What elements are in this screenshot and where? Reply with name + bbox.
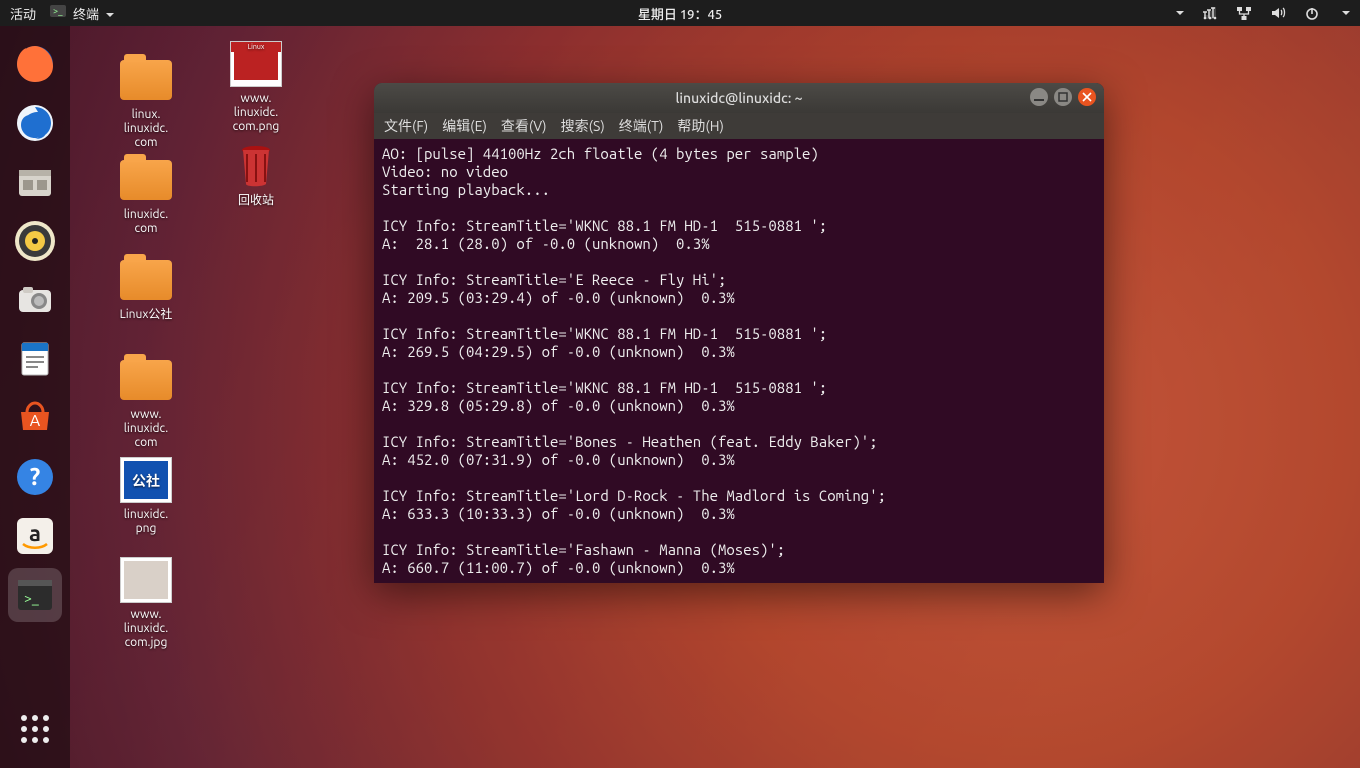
desktop-icon[interactable]: www.linuxidc.com.jpg (100, 556, 192, 650)
desktop-icon-label: www.linuxidc.com.png (210, 92, 302, 134)
desktop-icon-label: linuxidc.com (100, 208, 192, 236)
trash-icon (228, 142, 284, 190)
dock-ubuntu-software[interactable]: A (8, 391, 62, 445)
dock-thunderbird[interactable] (8, 96, 62, 150)
dock-libreoffice-writer[interactable] (8, 332, 62, 386)
chevron-down-icon (106, 13, 114, 21)
desktop-icon[interactable]: www.linuxidc.com (100, 356, 192, 450)
window-titlebar[interactable]: linuxidc@linuxidc: ~ (374, 83, 1104, 113)
terminal-menu-item[interactable]: 终端(T) (619, 116, 664, 136)
terminal-icon: >_ (11, 571, 59, 619)
activities-button[interactable]: 活动 (10, 4, 36, 23)
ubuntu-software-icon: A (11, 394, 59, 442)
desktop-icon-label: www.linuxidc.com.jpg (100, 608, 192, 650)
maximize-button[interactable] (1054, 88, 1072, 106)
dock-help[interactable]: ? (8, 450, 62, 504)
dock-files[interactable] (8, 155, 62, 209)
top-panel: 活动 >_ 终端 星期日 19：45 (0, 0, 1360, 26)
folder-icon (118, 256, 174, 304)
dock-terminal[interactable]: >_ (8, 568, 62, 622)
terminal-menu-item[interactable]: 帮助(H) (677, 116, 724, 136)
svg-text:A: A (30, 412, 41, 430)
desktop-icon-label: 回收站 (210, 194, 302, 208)
desktop-icon-label: linux.linuxidc.com (100, 108, 192, 150)
desktop-icon[interactable]: 回收站 (210, 142, 302, 208)
firefox-icon (11, 40, 59, 88)
clock[interactable]: 星期日 19：45 (638, 4, 722, 23)
close-button[interactable] (1078, 88, 1096, 106)
terminal-window[interactable]: linuxidc@linuxidc: ~ 文件(F) 编辑(E) 查看(V) 搜索(S… (374, 83, 1104, 583)
dock-amazon[interactable]: a (8, 509, 62, 563)
terminal-menu-item[interactable]: 编辑(E) (442, 116, 487, 136)
help-icon: ? (11, 453, 59, 501)
input-source-indicator[interactable] (1176, 11, 1184, 19)
desktop-icon[interactable]: Linux公社 (100, 256, 192, 322)
terminal-menubar: 文件(F) 编辑(E) 查看(V) 搜索(S) 终端(T) 帮助(H) (374, 113, 1104, 139)
files-icon (11, 158, 59, 206)
network-wired-icon[interactable] (1236, 5, 1252, 21)
svg-text:a: a (29, 521, 41, 546)
show-applications-button[interactable] (8, 702, 62, 756)
dock-firefox[interactable] (8, 37, 62, 91)
folder-icon (118, 56, 174, 104)
svg-text:>_: >_ (53, 6, 63, 16)
image-icon: 公社 (118, 456, 174, 504)
amazon-icon: a (11, 512, 59, 560)
app-menu-label: 终端 (73, 8, 99, 22)
desktop-icon[interactable]: linuxidc.com (100, 156, 192, 236)
svg-text:>_: >_ (24, 590, 39, 606)
libreoffice-writer-icon (11, 335, 59, 383)
power-icon[interactable] (1304, 5, 1320, 21)
terminal-menu-item[interactable]: 文件(F) (384, 116, 428, 136)
image-icon (118, 556, 174, 604)
dock: A? a >_ (0, 26, 70, 768)
desktop-icon[interactable]: Linuxwww.linuxidc.com.png (210, 40, 302, 134)
desktop-icon-label: www.linuxidc.com (100, 408, 192, 450)
window-title: linuxidc@linuxidc: ~ (675, 90, 802, 106)
minimize-button[interactable] (1030, 88, 1048, 106)
desktop-icon[interactable]: linux.linuxidc.com (100, 56, 192, 150)
terminal-menu-item[interactable]: 搜索(S) (561, 116, 605, 136)
chevron-down-icon (1342, 11, 1350, 19)
dock-rhythmbox[interactable] (8, 214, 62, 268)
apps-grid-icon (21, 715, 49, 743)
shotwell-icon (11, 276, 59, 324)
desktop[interactable]: linux.linuxidc.comlinuxidc.comLinux公社www… (70, 26, 1360, 768)
desktop-icon[interactable]: 公社 linuxidc.png (100, 456, 192, 536)
folder-icon (118, 356, 174, 404)
terminal-output[interactable]: AO: [pulse] 44100Hz 2ch floatle (4 bytes… (374, 139, 1104, 583)
terminal-icon: >_ (50, 3, 66, 19)
network-icon[interactable] (1202, 5, 1218, 21)
desktop-icon-label: Linux公社 (100, 308, 192, 322)
folder-icon (118, 156, 174, 204)
dock-shotwell[interactable] (8, 273, 62, 327)
image-icon: Linux (228, 40, 284, 88)
volume-icon[interactable] (1270, 5, 1286, 21)
terminal-menu-item[interactable]: 查看(V) (501, 116, 547, 136)
desktop-icon-label: linuxidc.png (100, 508, 192, 536)
rhythmbox-icon (11, 217, 59, 265)
app-menu[interactable]: >_ 终端 (50, 3, 114, 23)
thunderbird-icon (11, 99, 59, 147)
svg-text:?: ? (30, 463, 41, 490)
